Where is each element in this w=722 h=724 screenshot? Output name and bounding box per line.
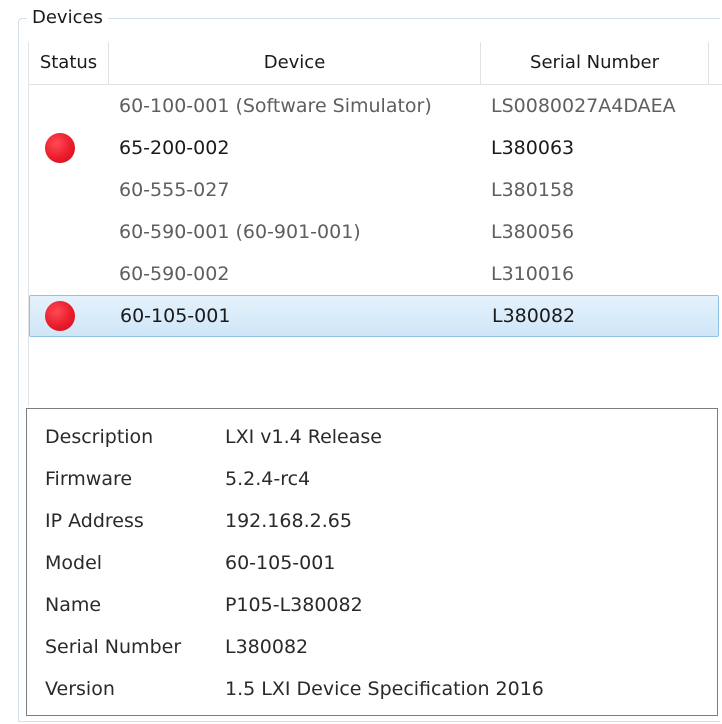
detail-row-serial-number: Serial Number L380082 <box>27 627 717 667</box>
detail-value: 5.2.4-rc4 <box>225 468 311 490</box>
red-status-dot-icon <box>45 301 75 331</box>
status-cell <box>29 211 109 253</box>
device-name: 60-100-001 (Software Simulator) <box>119 95 432 117</box>
detail-row-description: Description LXI v1.4 Release <box>27 417 717 457</box>
status-cell <box>29 169 109 211</box>
detail-value: LXI v1.4 Release <box>225 426 382 448</box>
device-row[interactable]: 60-590-001 (60-901-001) L380056 <box>29 211 719 253</box>
device-row[interactable]: 60-555-027 L380158 <box>29 169 719 211</box>
detail-value: 60-105-001 <box>225 552 336 574</box>
device-serial: L380082 <box>492 305 576 327</box>
status-cell <box>29 253 109 295</box>
device-name: 60-590-002 <box>119 263 230 285</box>
detail-label: Description <box>45 426 154 448</box>
detail-row-firmware: Firmware 5.2.4-rc4 <box>27 459 717 499</box>
detail-value: 192.168.2.65 <box>225 510 352 532</box>
detail-row-name: Name P105-L380082 <box>27 585 717 625</box>
device-list[interactable]: Status Device Serial Number 60-100-001 (… <box>28 42 722 406</box>
device-serial: L380063 <box>491 137 575 159</box>
red-status-dot-icon <box>45 133 75 163</box>
device-serial: L380056 <box>491 221 575 243</box>
device-list-header: Status Device Serial Number <box>29 42 722 85</box>
device-name: 60-105-001 <box>120 305 231 327</box>
detail-label: Serial Number <box>45 636 182 658</box>
device-details-panel: Description LXI v1.4 Release Firmware 5.… <box>26 408 718 716</box>
detail-label: Firmware <box>45 468 133 490</box>
devices-group-title: Devices <box>27 6 108 30</box>
column-header-serial-number[interactable]: Serial Number <box>481 42 709 84</box>
device-serial: L310016 <box>491 263 575 285</box>
detail-value: 1.5 LXI Device Specification 2016 <box>225 678 544 700</box>
detail-label: Model <box>45 552 103 574</box>
column-header-device[interactable]: Device <box>109 42 481 84</box>
detail-label: Version <box>45 678 115 700</box>
device-row[interactable]: 60-100-001 (Software Simulator) LS008002… <box>29 85 719 127</box>
detail-label: Name <box>45 594 102 616</box>
detail-row-ip-address: IP Address 192.168.2.65 <box>27 501 717 541</box>
detail-value: L380082 <box>225 636 309 658</box>
device-name: 60-555-027 <box>119 179 230 201</box>
device-row-selected[interactable]: 60-105-001 L380082 <box>29 295 719 337</box>
detail-value: P105-L380082 <box>225 594 363 616</box>
device-row[interactable]: 60-590-002 L310016 <box>29 253 719 295</box>
device-serial: LS0080027A4DAEA <box>491 95 676 117</box>
device-name: 65-200-002 <box>119 137 230 159</box>
device-serial: L380158 <box>491 179 575 201</box>
device-name: 60-590-001 (60-901-001) <box>119 221 361 243</box>
status-cell <box>30 296 110 338</box>
detail-label: IP Address <box>45 510 144 532</box>
device-row[interactable]: 65-200-002 L380063 <box>29 127 719 169</box>
column-header-status[interactable]: Status <box>29 42 109 84</box>
status-cell <box>29 85 109 127</box>
detail-row-model: Model 60-105-001 <box>27 543 717 583</box>
column-header-filler <box>709 42 722 84</box>
device-rows: 60-100-001 (Software Simulator) LS008002… <box>29 85 722 337</box>
status-cell <box>29 127 109 169</box>
detail-row-version: Version 1.5 LXI Device Specification 201… <box>27 669 717 709</box>
